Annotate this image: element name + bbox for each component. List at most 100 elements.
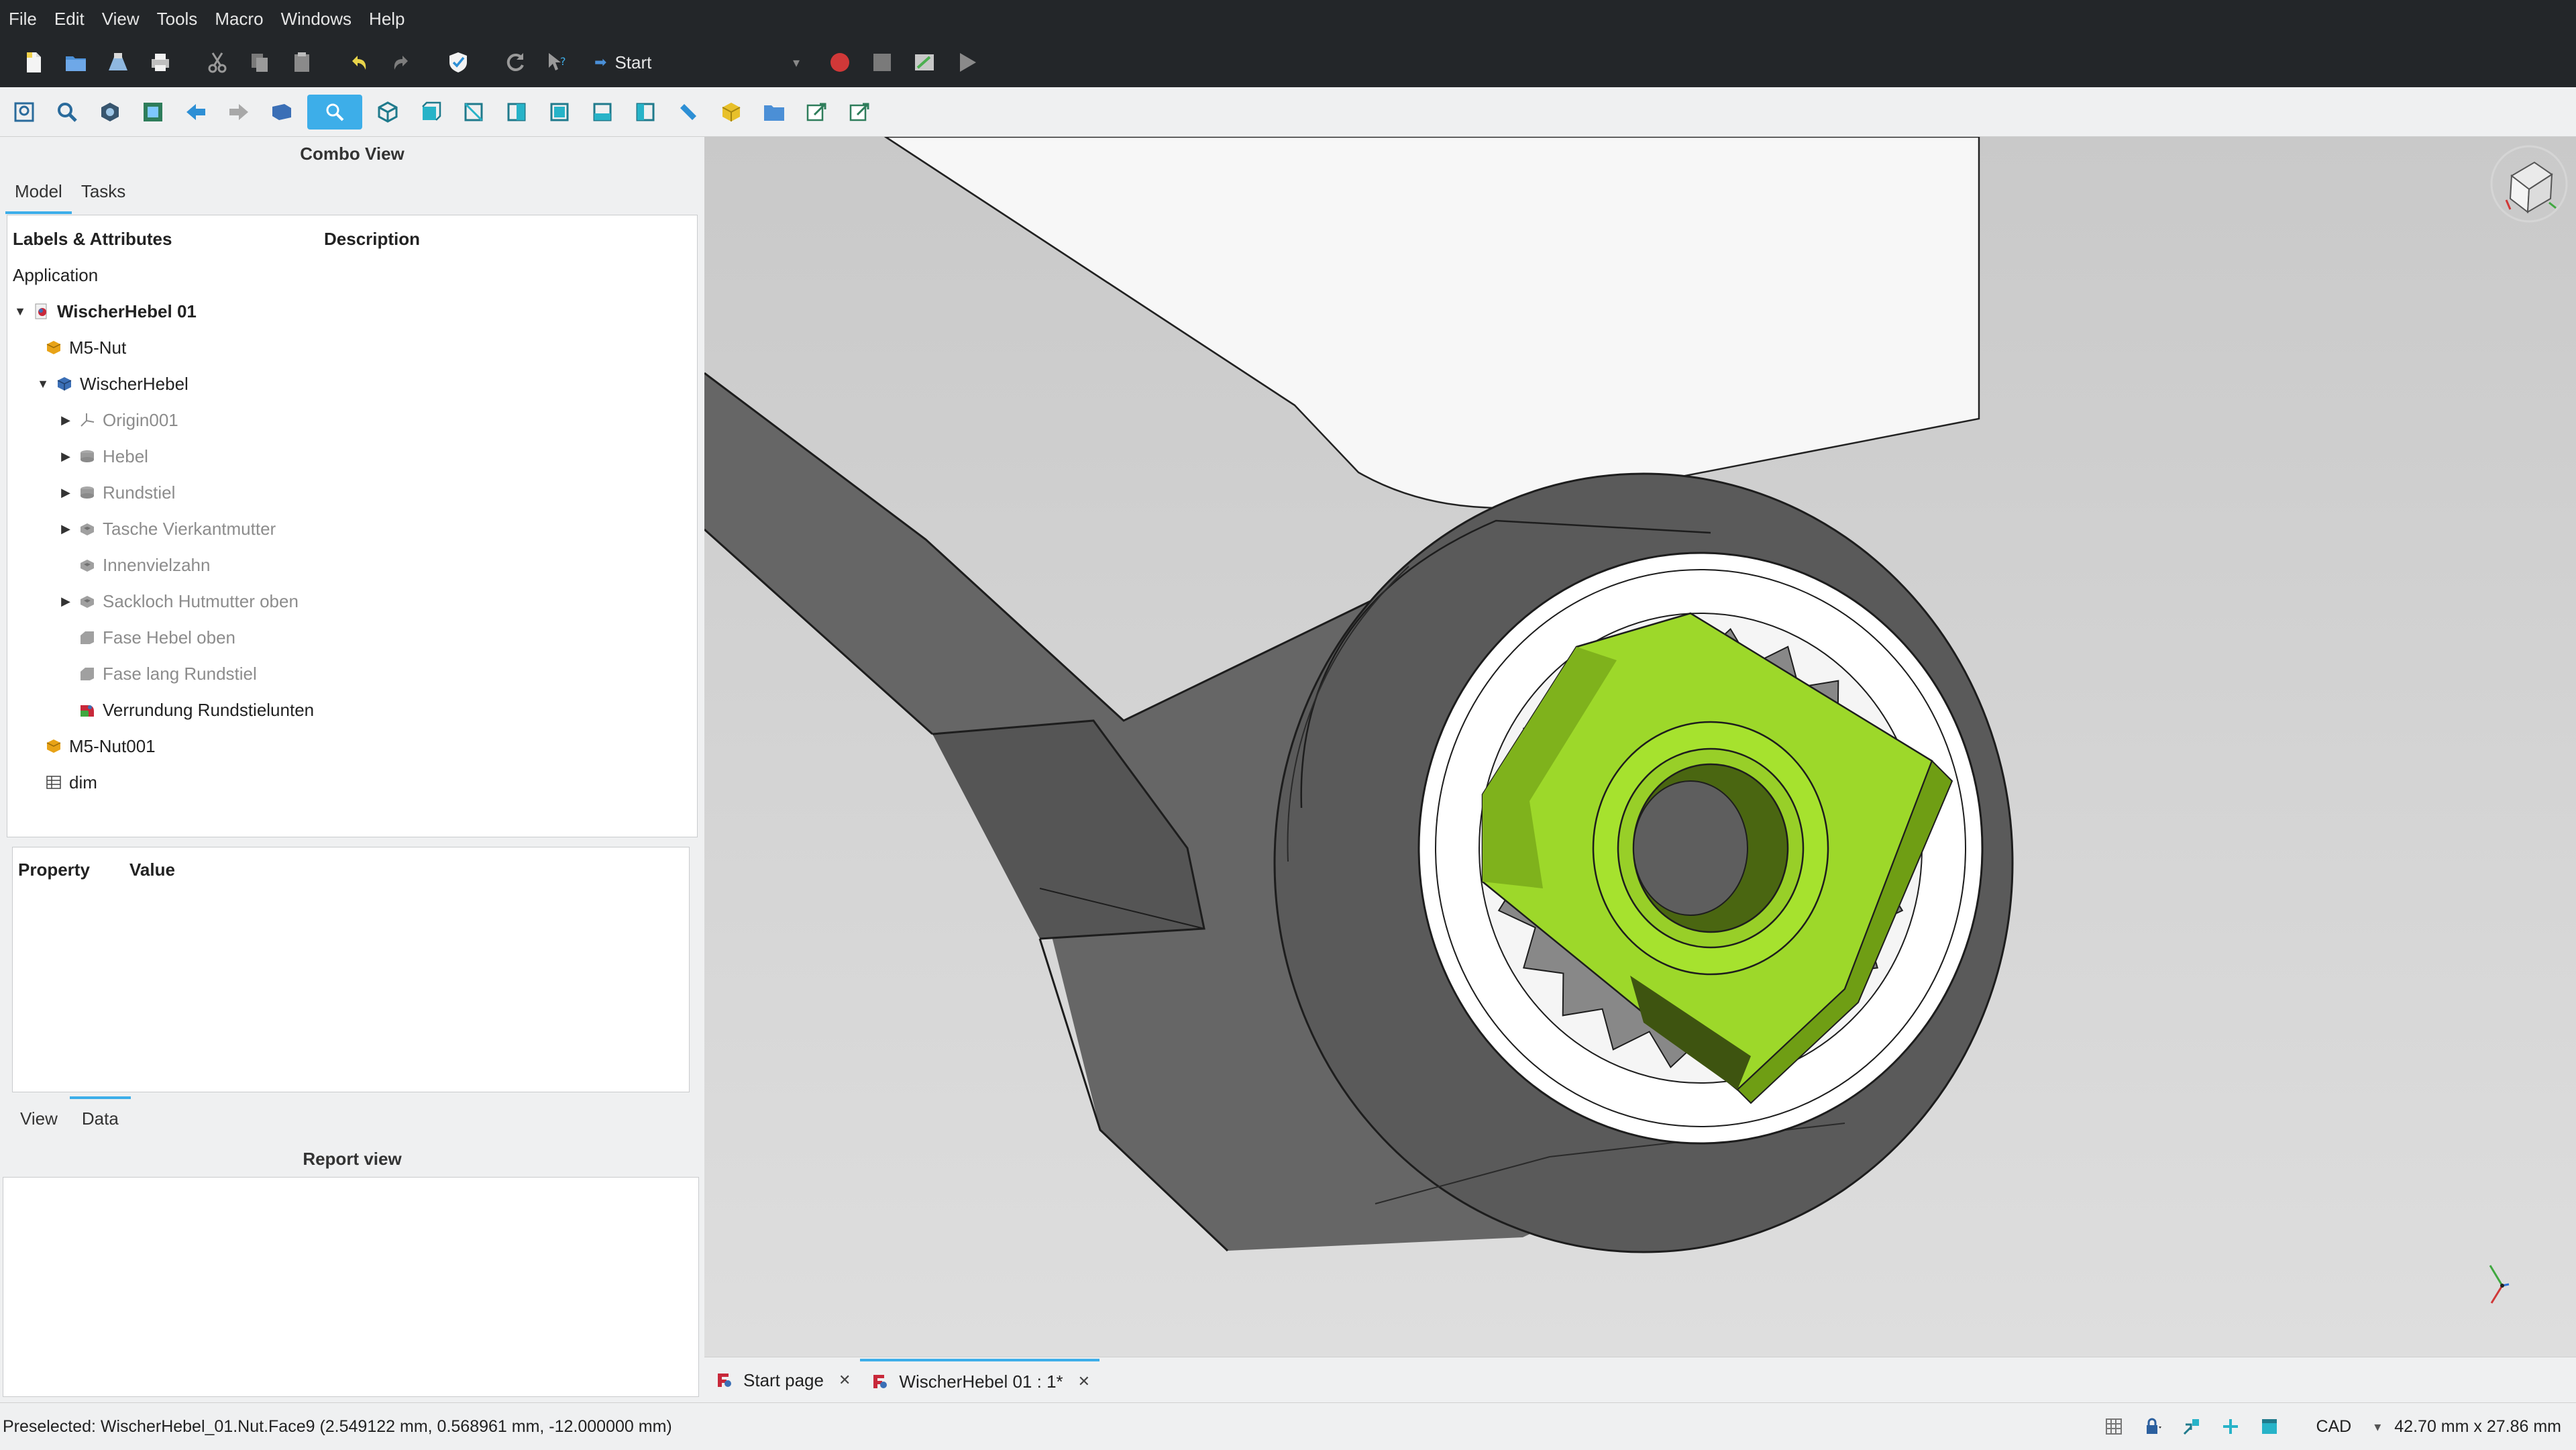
column-value[interactable]: Value <box>129 860 175 880</box>
back-icon[interactable] <box>178 95 213 130</box>
workbench-selector[interactable]: ➡ Start ▾ <box>586 45 808 80</box>
tree-item-rundstiel[interactable]: ▶ Rundstiel <box>58 474 175 511</box>
tree-item-m5-nut001[interactable]: M5-Nut001 <box>40 728 156 764</box>
tree-item-wischerhebel[interactable]: ▼ WischerHebel <box>36 366 189 402</box>
record-icon[interactable] <box>822 45 857 80</box>
navigation-cube[interactable] <box>2490 145 2568 223</box>
snap-icon[interactable] <box>2182 1416 2202 1437</box>
tree-item-fase-hebel-oben[interactable]: Fase Hebel oben <box>73 619 235 656</box>
model-tree[interactable]: Labels & Attributes Description Applicat… <box>7 215 698 837</box>
right-icon[interactable] <box>499 95 534 130</box>
tab-data[interactable]: Data <box>69 1096 131 1141</box>
tab-tasks[interactable]: Tasks <box>72 174 135 214</box>
new-icon[interactable] <box>16 45 51 80</box>
view-mode-icon[interactable] <box>2259 1416 2279 1437</box>
tree-item-fase-lang-rundstiel[interactable]: Fase lang Rundstiel <box>73 656 257 692</box>
link-icon[interactable] <box>800 95 835 130</box>
tree-item-verrundung-rundstielunten[interactable]: Verrundung Rundstielunten <box>73 692 314 728</box>
save-icon[interactable] <box>101 45 136 80</box>
print-icon[interactable] <box>143 45 178 80</box>
cut-icon[interactable] <box>200 45 235 80</box>
lock-icon[interactable] <box>2143 1416 2163 1437</box>
expand-right-icon[interactable]: ▶ <box>58 522 73 536</box>
forward-icon[interactable] <box>221 95 256 130</box>
combo-tabs: Model Tasks <box>5 174 135 214</box>
chevron-down-icon[interactable]: ▾ <box>2374 1418 2381 1435</box>
tree-item-sackloch-hutmutter-oben[interactable]: ▶ Sackloch Hutmutter oben <box>58 583 299 619</box>
whats-this-icon[interactable]: ? <box>540 45 575 80</box>
close-icon[interactable]: ✕ <box>1078 1373 1090 1390</box>
menu-macro[interactable]: Macro <box>206 0 272 38</box>
expand-down-icon[interactable]: ▼ <box>13 305 28 319</box>
redo-icon[interactable] <box>384 45 419 80</box>
menu-help[interactable]: Help <box>360 0 413 38</box>
tab-start-page[interactable]: Start page ✕ <box>704 1359 860 1402</box>
tree-item-application[interactable]: Application <box>13 257 98 293</box>
tree-item-tasche-vierkantmutter[interactable]: ▶ Tasche Vierkantmutter <box>58 511 276 547</box>
rear-icon[interactable] <box>542 95 577 130</box>
validate-icon[interactable] <box>441 45 476 80</box>
tree-item-hebel[interactable]: ▶ Hebel <box>58 438 148 474</box>
navigation-style[interactable]: CAD <box>2316 1417 2351 1437</box>
workbench-arrow-icon: ➡ <box>594 54 607 70</box>
play-icon[interactable] <box>949 45 984 80</box>
combo-view-panel: Combo View Model Tasks Labels & Attribut… <box>0 137 704 1402</box>
expand-right-icon[interactable]: ▶ <box>58 486 73 500</box>
fit-all-icon[interactable] <box>7 95 42 130</box>
tree-item-dim[interactable]: dim <box>40 764 97 800</box>
group-icon[interactable] <box>757 95 792 130</box>
isometric-icon[interactable] <box>370 95 405 130</box>
plus-icon[interactable] <box>2220 1416 2241 1437</box>
fit-selection-icon[interactable] <box>50 95 85 130</box>
part-icon[interactable] <box>714 95 749 130</box>
tree-item-label: Rundstiel <box>103 482 176 503</box>
tree-item-label: Origin001 <box>103 409 178 430</box>
front-icon[interactable] <box>413 95 448 130</box>
paste-icon[interactable] <box>284 45 319 80</box>
menu-view[interactable]: View <box>93 0 148 38</box>
menu-tools[interactable]: Tools <box>148 0 207 38</box>
top-icon[interactable] <box>456 95 491 130</box>
column-property[interactable]: Property <box>18 860 90 880</box>
expand-right-icon[interactable]: ▶ <box>58 450 73 464</box>
tree-item-m5-nut[interactable]: M5-Nut <box>40 329 126 366</box>
macro-edit-icon[interactable] <box>907 45 942 80</box>
stop-icon[interactable] <box>865 45 900 80</box>
std-views-icon[interactable] <box>307 94 362 130</box>
bounding-box-icon[interactable] <box>136 95 170 130</box>
grid-icon[interactable] <box>2104 1416 2124 1437</box>
tree-item-document[interactable]: ▼ WischerHebel 01 <box>13 293 197 329</box>
menu-windows[interactable]: Windows <box>272 0 360 38</box>
draw-style-icon[interactable] <box>93 95 127 130</box>
bottom-icon[interactable] <box>585 95 620 130</box>
expand-right-icon[interactable]: ▶ <box>58 594 73 609</box>
link-actions-icon[interactable] <box>843 95 877 130</box>
column-labels-attributes[interactable]: Labels & Attributes <box>13 229 172 249</box>
tab-model[interactable]: Model <box>5 174 72 214</box>
menu-edit[interactable]: Edit <box>46 0 93 38</box>
tree-item-label: M5-Nut001 <box>69 735 156 756</box>
copy-icon[interactable] <box>242 45 277 80</box>
left-icon[interactable] <box>628 95 663 130</box>
tree-item-label: dim <box>69 772 97 792</box>
menu-bar: File Edit View Tools Macro Windows Help <box>0 0 2576 38</box>
menu-file[interactable]: File <box>0 0 46 38</box>
property-editor[interactable]: Property Value <box>12 847 690 1092</box>
chamfer-icon <box>80 631 94 644</box>
undo-icon[interactable] <box>341 45 376 80</box>
report-view[interactable] <box>3 1177 699 1397</box>
open-icon[interactable] <box>58 45 93 80</box>
tree-item-innenvielzahn[interactable]: Innenvielzahn <box>73 547 210 583</box>
tree-item-origin001[interactable]: ▶ Origin001 <box>58 402 178 438</box>
expand-right-icon[interactable]: ▶ <box>58 413 73 427</box>
tab-view[interactable]: View <box>8 1096 70 1141</box>
refresh-icon[interactable] <box>498 45 533 80</box>
measure-icon[interactable] <box>671 95 706 130</box>
expand-down-icon[interactable]: ▼ <box>36 377 50 391</box>
column-description[interactable]: Description <box>324 229 420 250</box>
3d-viewport[interactable] <box>704 137 2576 1357</box>
close-icon[interactable]: ✕ <box>839 1371 851 1389</box>
stereo-icon[interactable] <box>264 95 299 130</box>
status-bar: Preselected: WischerHebel_01.Nut.Face9 (… <box>0 1402 2576 1450</box>
tab-wischerhebel[interactable]: WischerHebel 01 : 1* ✕ <box>860 1359 1100 1402</box>
